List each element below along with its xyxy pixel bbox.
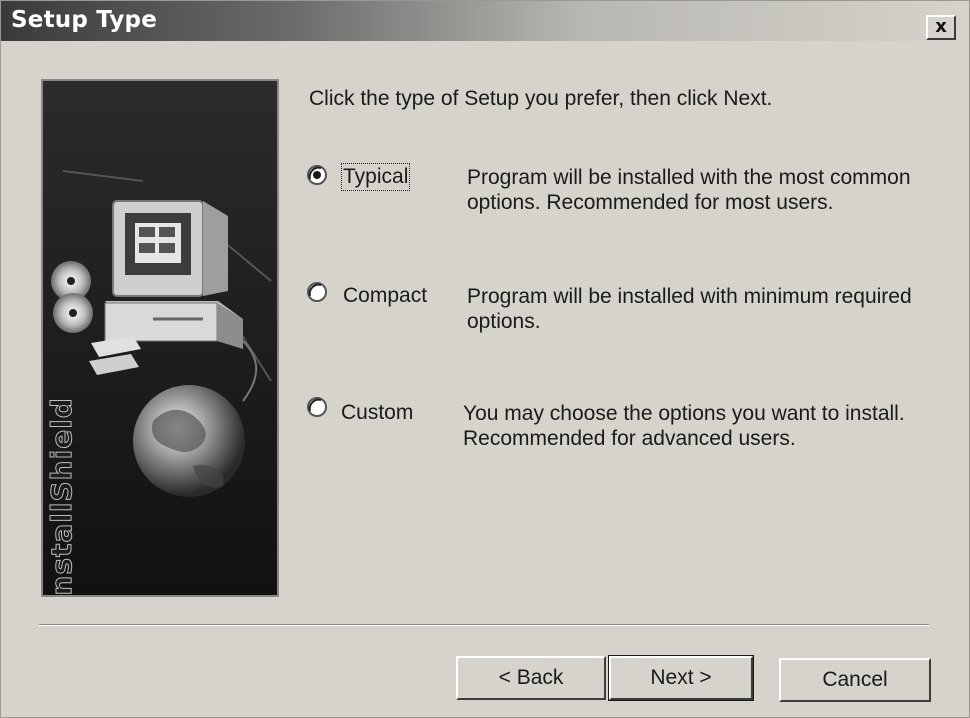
setup-prompt: Click the type of Setup you prefer, then… xyxy=(309,87,773,110)
typical-desc-line1: Program will be installed with the most … xyxy=(467,166,911,189)
custom-label[interactable]: Custom xyxy=(341,401,413,425)
button-separator xyxy=(39,624,929,626)
custom-radio[interactable] xyxy=(306,396,328,418)
computer-globe-illustration xyxy=(43,81,277,595)
custom-desc-line1: You may choose the options you want to i… xyxy=(463,402,905,425)
installshield-artwork: InstallShield xyxy=(41,79,279,597)
compact-radio[interactable] xyxy=(306,281,328,303)
typical-description: Program will be installed with the most … xyxy=(467,165,911,215)
installshield-vertical-logo: InstallShield xyxy=(45,397,79,597)
compact-description: Program will be installed with minimum r… xyxy=(467,284,912,334)
window-title: Setup Type xyxy=(11,7,158,33)
custom-desc-line2: Recommended for advanced users. xyxy=(463,427,796,450)
next-button[interactable]: Next > xyxy=(608,655,754,701)
back-button[interactable]: < Back xyxy=(456,656,606,700)
custom-description: You may choose the options you want to i… xyxy=(463,401,905,451)
cancel-button[interactable]: Cancel xyxy=(779,658,931,702)
typical-radio[interactable] xyxy=(306,164,328,186)
typical-label[interactable]: Typical xyxy=(340,163,411,191)
compact-label[interactable]: Compact xyxy=(343,284,427,308)
close-button[interactable]: x xyxy=(926,15,956,40)
title-bar[interactable]: Setup Type xyxy=(1,1,969,41)
setup-type-dialog: Setup Type x InstallShield Click the typ… xyxy=(0,0,970,718)
compact-desc-line2: options. xyxy=(467,310,541,333)
compact-desc-line1: Program will be installed with minimum r… xyxy=(467,285,912,308)
close-icon: x xyxy=(935,16,947,37)
typical-desc-line2: options. Recommended for most users. xyxy=(467,191,834,214)
